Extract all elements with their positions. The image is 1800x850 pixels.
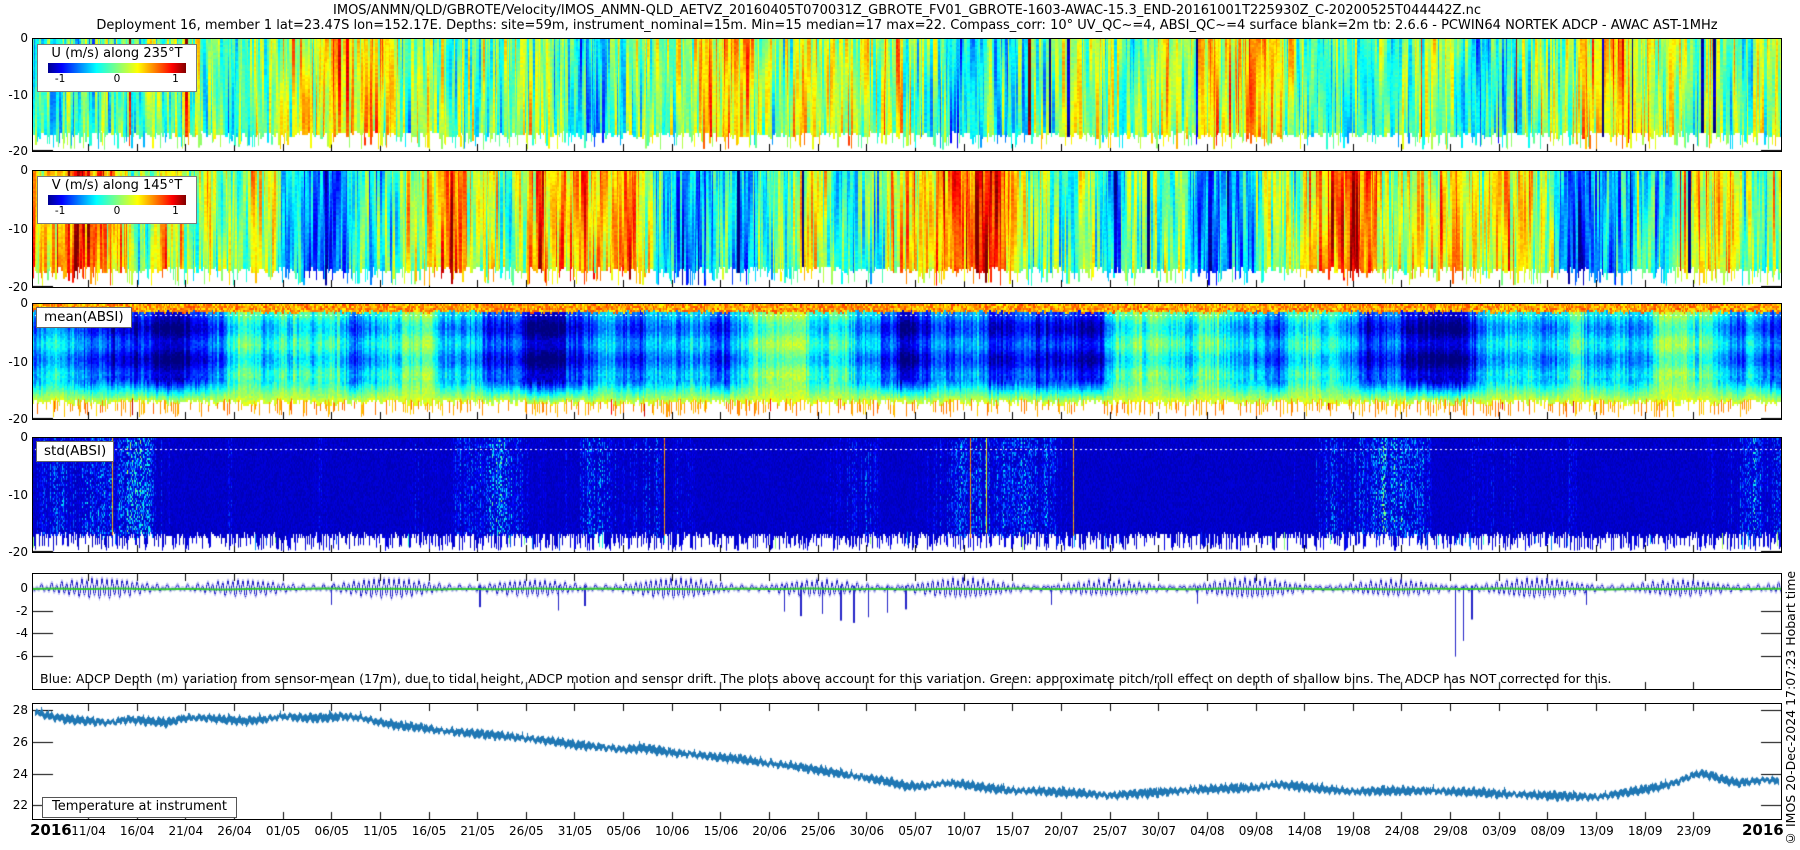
y-tick-label: 0: [0, 163, 28, 177]
y-tick-label: 26: [0, 735, 28, 749]
y-tick-label: -20: [0, 545, 28, 559]
y-tick-label: 0: [0, 430, 28, 444]
x-tick-label: 25/07: [1087, 824, 1133, 838]
colorbar-u-labels: -1 0 1: [38, 73, 196, 86]
x-axis-year-right: 2016: [1742, 821, 1784, 839]
colorbar-v-tick-neg1: -1: [55, 205, 65, 217]
y-tick-label: -10: [0, 355, 28, 369]
y-tick-label: -2: [0, 604, 28, 618]
y-tick-label: 28: [0, 703, 28, 717]
x-tick-label: 15/06: [698, 824, 744, 838]
panel-absi-mean: [32, 303, 1782, 420]
adcp-summary-figure: IMOS/ANMN/QLD/GBROTE/Velocity/IMOS_ANMN-…: [0, 0, 1800, 850]
x-tick-label: 30/06: [844, 824, 890, 838]
x-tick-label: 24/08: [1379, 824, 1425, 838]
x-tick-label: 29/08: [1428, 824, 1474, 838]
colorbar-v: [48, 195, 186, 205]
y-tick-label: -20: [0, 144, 28, 158]
x-tick-label: 26/04: [211, 824, 257, 838]
x-tick-label: 23/09: [1671, 824, 1717, 838]
x-tick-label: 26/05: [503, 824, 549, 838]
x-tick-label: 21/04: [163, 824, 209, 838]
x-tick-label: 10/06: [649, 824, 695, 838]
x-tick-label: 01/05: [260, 824, 306, 838]
x-tick-label: 13/09: [1574, 824, 1620, 838]
x-tick-label: 06/05: [309, 824, 355, 838]
panel-v-velocity: [32, 170, 1782, 288]
y-tick-label: 0: [0, 581, 28, 595]
colorbar-u-tick-neg1: -1: [55, 73, 65, 85]
label-absi-mean: mean(ABSI): [36, 307, 132, 328]
label-absi-std: std(ABSI): [36, 441, 114, 462]
panel-u-velocity: [32, 38, 1782, 152]
x-tick-label: 09/08: [1233, 824, 1279, 838]
colorbar-u-tick-zero: 0: [114, 73, 121, 85]
y-tick-label: -10: [0, 488, 28, 502]
y-tick-label: -20: [0, 412, 28, 426]
x-tick-label: 11/05: [357, 824, 403, 838]
plot-title-deployment-info: Deployment 16, member 1 lat=23.47S lon=1…: [32, 18, 1782, 33]
legend-u-title: U (m/s) along 235°T: [38, 46, 196, 62]
legend-u-velocity: U (m/s) along 235°T -1 0 1: [37, 44, 197, 92]
x-tick-label: 16/05: [406, 824, 452, 838]
colorbar-v-labels: -1 0 1: [38, 205, 196, 218]
y-tick-label: 22: [0, 798, 28, 812]
x-tick-label: 31/05: [552, 824, 598, 838]
x-tick-label: 30/07: [1136, 824, 1182, 838]
colorbar-u: [48, 63, 186, 73]
y-tick-label: -20: [0, 280, 28, 294]
x-tick-label: 19/08: [1330, 824, 1376, 838]
legend-v-velocity: V (m/s) along 145°T -1 0 1: [37, 176, 197, 224]
x-tick-label: 20/07: [1038, 824, 1084, 838]
y-tick-label: -6: [0, 649, 28, 663]
x-tick-label: 05/06: [601, 824, 647, 838]
y-tick-label: 0: [0, 296, 28, 310]
x-tick-label: 04/08: [1184, 824, 1230, 838]
colorbar-v-tick-zero: 0: [114, 205, 121, 217]
absi-std-heatmap: [33, 438, 1781, 552]
panel-absi-std: [32, 437, 1782, 553]
colorbar-v-tick-pos1: 1: [172, 205, 179, 217]
temperature-plot: [33, 704, 1781, 819]
x-tick-label: 20/06: [747, 824, 793, 838]
x-tick-label: 10/07: [941, 824, 987, 838]
plot-title-filename: IMOS/ANMN/QLD/GBROTE/Velocity/IMOS_ANMN-…: [32, 3, 1782, 18]
depth-variation-note: Blue: ADCP Depth (m) variation from sens…: [40, 671, 1612, 686]
y-tick-label: 24: [0, 767, 28, 781]
imos-copyright-watermark: © IMOS 20-Dec-2024 17:07:23 Hobart time: [1783, 500, 1798, 846]
legend-v-title: V (m/s) along 145°T: [38, 178, 196, 194]
y-tick-label: -10: [0, 88, 28, 102]
panel-temperature: [32, 703, 1782, 820]
x-tick-label: 25/06: [795, 824, 841, 838]
v-velocity-heatmap: [33, 171, 1781, 287]
y-tick-label: -4: [0, 626, 28, 640]
x-tick-label: 08/09: [1525, 824, 1571, 838]
x-tick-label: 11/04: [66, 824, 112, 838]
x-tick-label: 18/09: [1622, 824, 1668, 838]
x-tick-label: 16/04: [114, 824, 160, 838]
x-tick-label: 21/05: [455, 824, 501, 838]
absi-mean-heatmap: [33, 304, 1781, 419]
x-tick-label: 05/07: [893, 824, 939, 838]
x-tick-label: 14/08: [1282, 824, 1328, 838]
colorbar-u-tick-pos1: 1: [172, 73, 179, 85]
label-temperature: Temperature at instrument: [42, 797, 237, 818]
y-tick-label: 0: [0, 31, 28, 45]
y-tick-label: -10: [0, 222, 28, 236]
u-velocity-heatmap: [33, 39, 1781, 151]
x-tick-label: 15/07: [990, 824, 1036, 838]
x-tick-label: 03/09: [1476, 824, 1522, 838]
